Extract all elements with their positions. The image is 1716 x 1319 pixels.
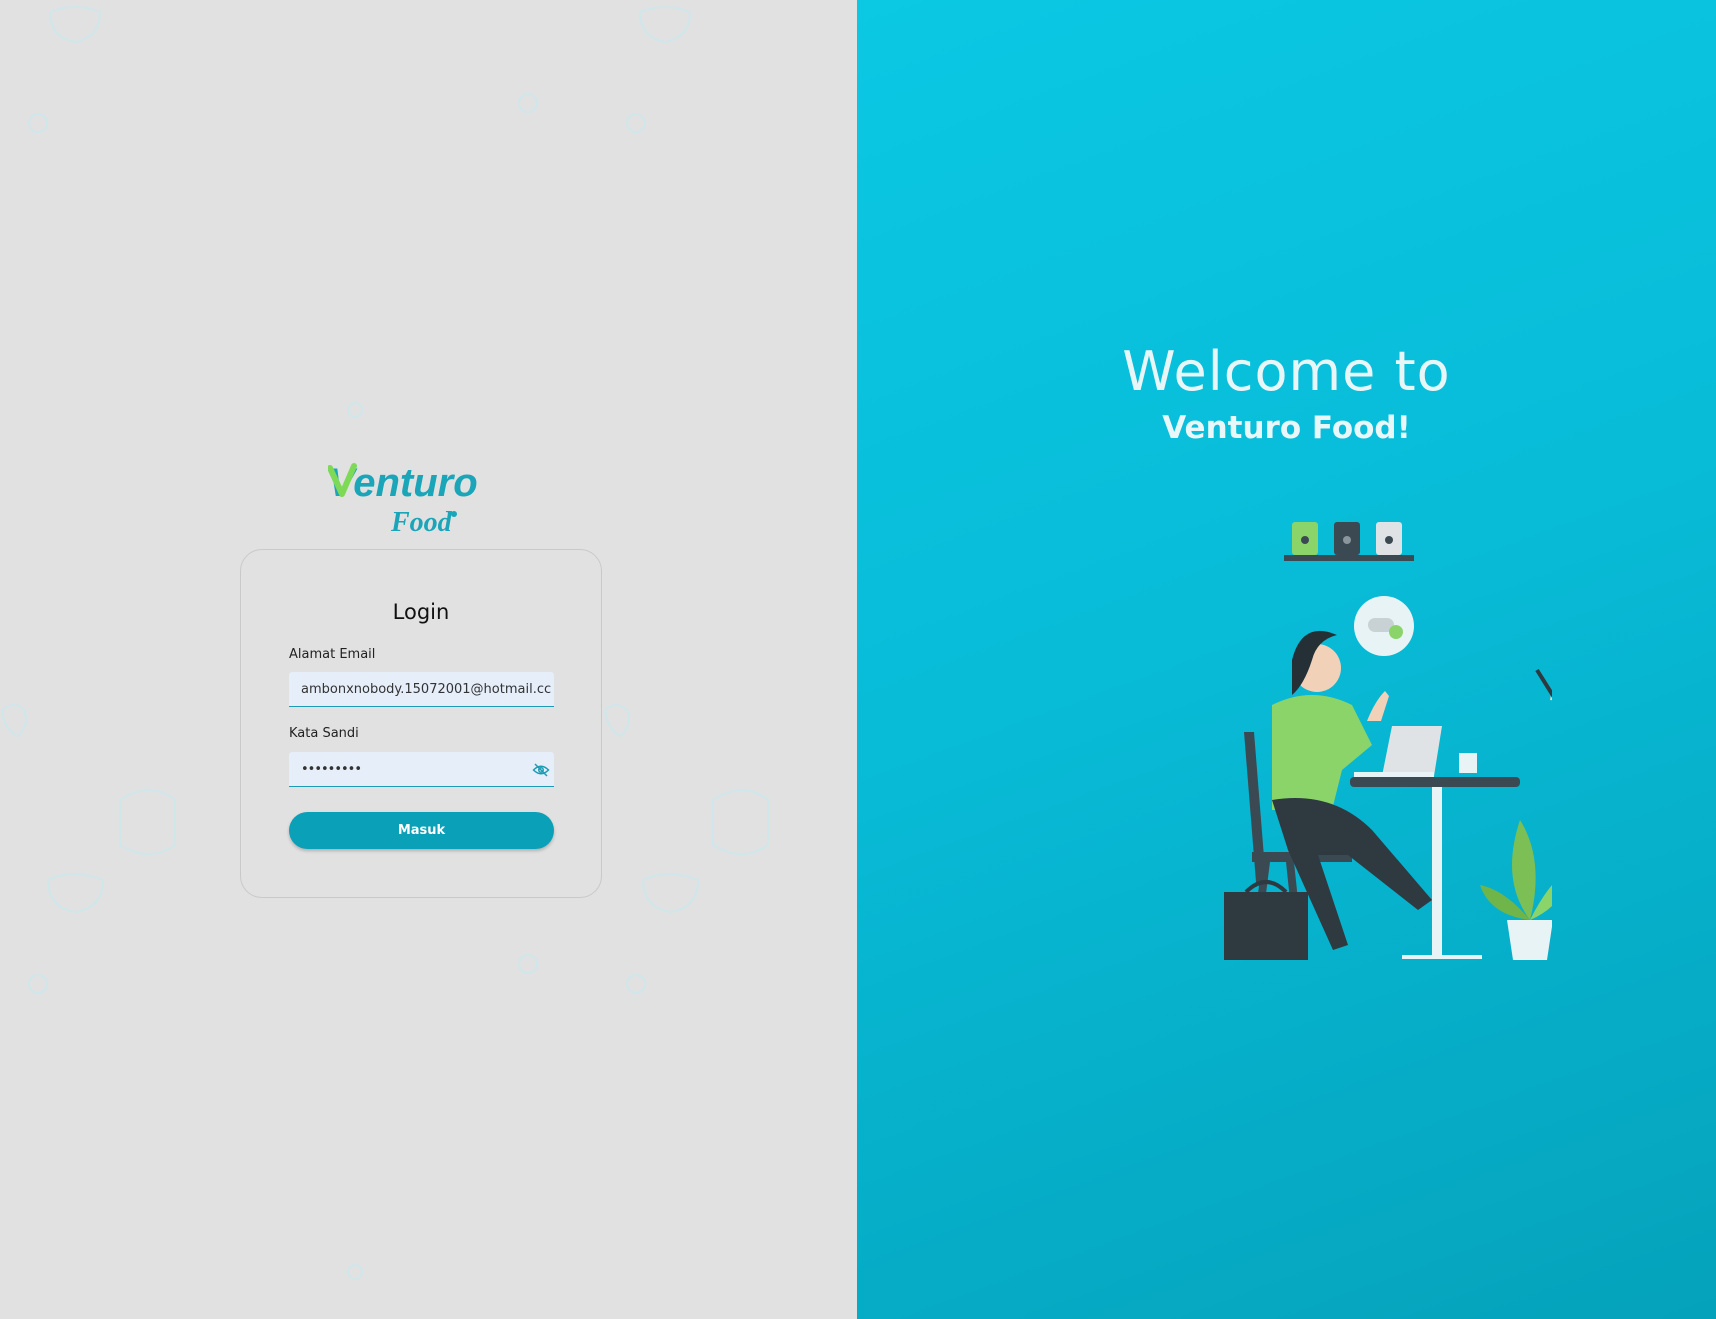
logo-sub: Food: [390, 507, 453, 536]
email-label: Alamat Email: [289, 647, 376, 662]
waiter-figure: [1535, 668, 1552, 701]
woman-figure: [1224, 630, 1432, 960]
password-field[interactable]: •••••••••: [289, 752, 554, 787]
shelf-with-jars: [1284, 522, 1414, 561]
venturo-food-logo: Venturo Food: [328, 461, 478, 536]
welcome-heading: Welcome to: [1122, 340, 1451, 403]
email-field[interactable]: ambonxnobody.15072001@hotmail.cc: [289, 672, 554, 707]
password-value: •••••••••: [301, 761, 362, 777]
potted-plant: [1480, 820, 1552, 960]
cafe-illustration: ?: [1224, 522, 1552, 960]
login-title: Login: [392, 600, 450, 624]
password-label: Kata Sandi: [289, 726, 359, 741]
login-panel: Venturo Food Login Alamat Email ambonxno…: [0, 0, 857, 1319]
eye-off-icon[interactable]: [532, 761, 550, 779]
login-card: Login Alamat Email ambonxnobody.15072001…: [240, 549, 602, 898]
login-button[interactable]: Masuk: [289, 812, 554, 849]
welcome-panel: Welcome to Venturo Food! ?: [857, 0, 1716, 1319]
email-value: ambonxnobody.15072001@hotmail.cc: [301, 681, 552, 697]
welcome-subheading: Venturo Food!: [1162, 410, 1411, 446]
